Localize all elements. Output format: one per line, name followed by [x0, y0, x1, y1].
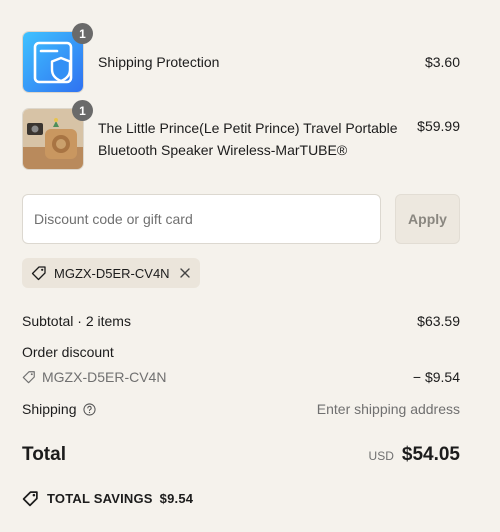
- total-row: Total USD $54.05: [22, 442, 460, 468]
- total-savings-row: TOTAL SAVINGS $9.54: [22, 489, 460, 507]
- item-price: $3.60: [424, 54, 460, 70]
- order-summary: 1 Shipping Protection $3.60 1 The Little…: [0, 0, 500, 532]
- order-discount-code-row: MGZX-D5ER-CV4N − $9.54: [22, 368, 460, 386]
- shipping-row: Shipping Enter shipping address: [22, 400, 460, 418]
- tag-icon: [31, 265, 47, 281]
- item-name: Shipping Protection: [98, 54, 220, 70]
- quantity-badge: 1: [72, 23, 93, 44]
- total-value: $54.05: [401, 444, 460, 465]
- quantity-badge: 1: [72, 100, 93, 121]
- total-savings-label: TOTAL SAVINGS: [47, 490, 153, 506]
- applied-discount-chip: MGZX-D5ER-CV4N: [22, 258, 200, 288]
- subtotal-row: Subtotal · 2 items $63.59: [22, 312, 460, 330]
- order-discount-row: Order discount: [22, 343, 460, 361]
- item-thumbnail: 1: [22, 100, 93, 170]
- shipping-label: Shipping: [22, 401, 77, 417]
- line-item-speaker: 1 The Little Prince(Le Petit Prince) Tra…: [22, 100, 460, 170]
- total-savings-value: $9.54: [159, 490, 194, 506]
- total-label: Total: [22, 444, 66, 465]
- subtotal-label: Subtotal · 2 items: [22, 313, 131, 329]
- subtotal-value: $63.59: [417, 313, 460, 329]
- line-item-shipping-protection: 1 Shipping Protection $3.60: [22, 23, 460, 93]
- item-name: The Little Prince(Le Petit Prince) Trave…: [98, 120, 398, 158]
- order-discount-code: MGZX-D5ER-CV4N: [42, 369, 167, 385]
- item-thumbnail: 1: [22, 23, 93, 93]
- applied-code-label: MGZX-D5ER-CV4N: [54, 265, 170, 281]
- shipping-value: Enter shipping address: [316, 401, 460, 417]
- help-icon[interactable]: [82, 402, 96, 416]
- order-discount-label: Order discount: [22, 344, 114, 360]
- tag-icon: [22, 490, 39, 507]
- remove-discount-icon[interactable]: [179, 267, 191, 279]
- tag-icon: [22, 370, 36, 384]
- item-price: $59.99: [417, 118, 460, 134]
- discount-code-input[interactable]: [22, 194, 381, 244]
- total-currency: USD: [368, 449, 394, 463]
- apply-button[interactable]: Apply: [395, 194, 460, 244]
- order-discount-value: − $9.54: [412, 369, 460, 385]
